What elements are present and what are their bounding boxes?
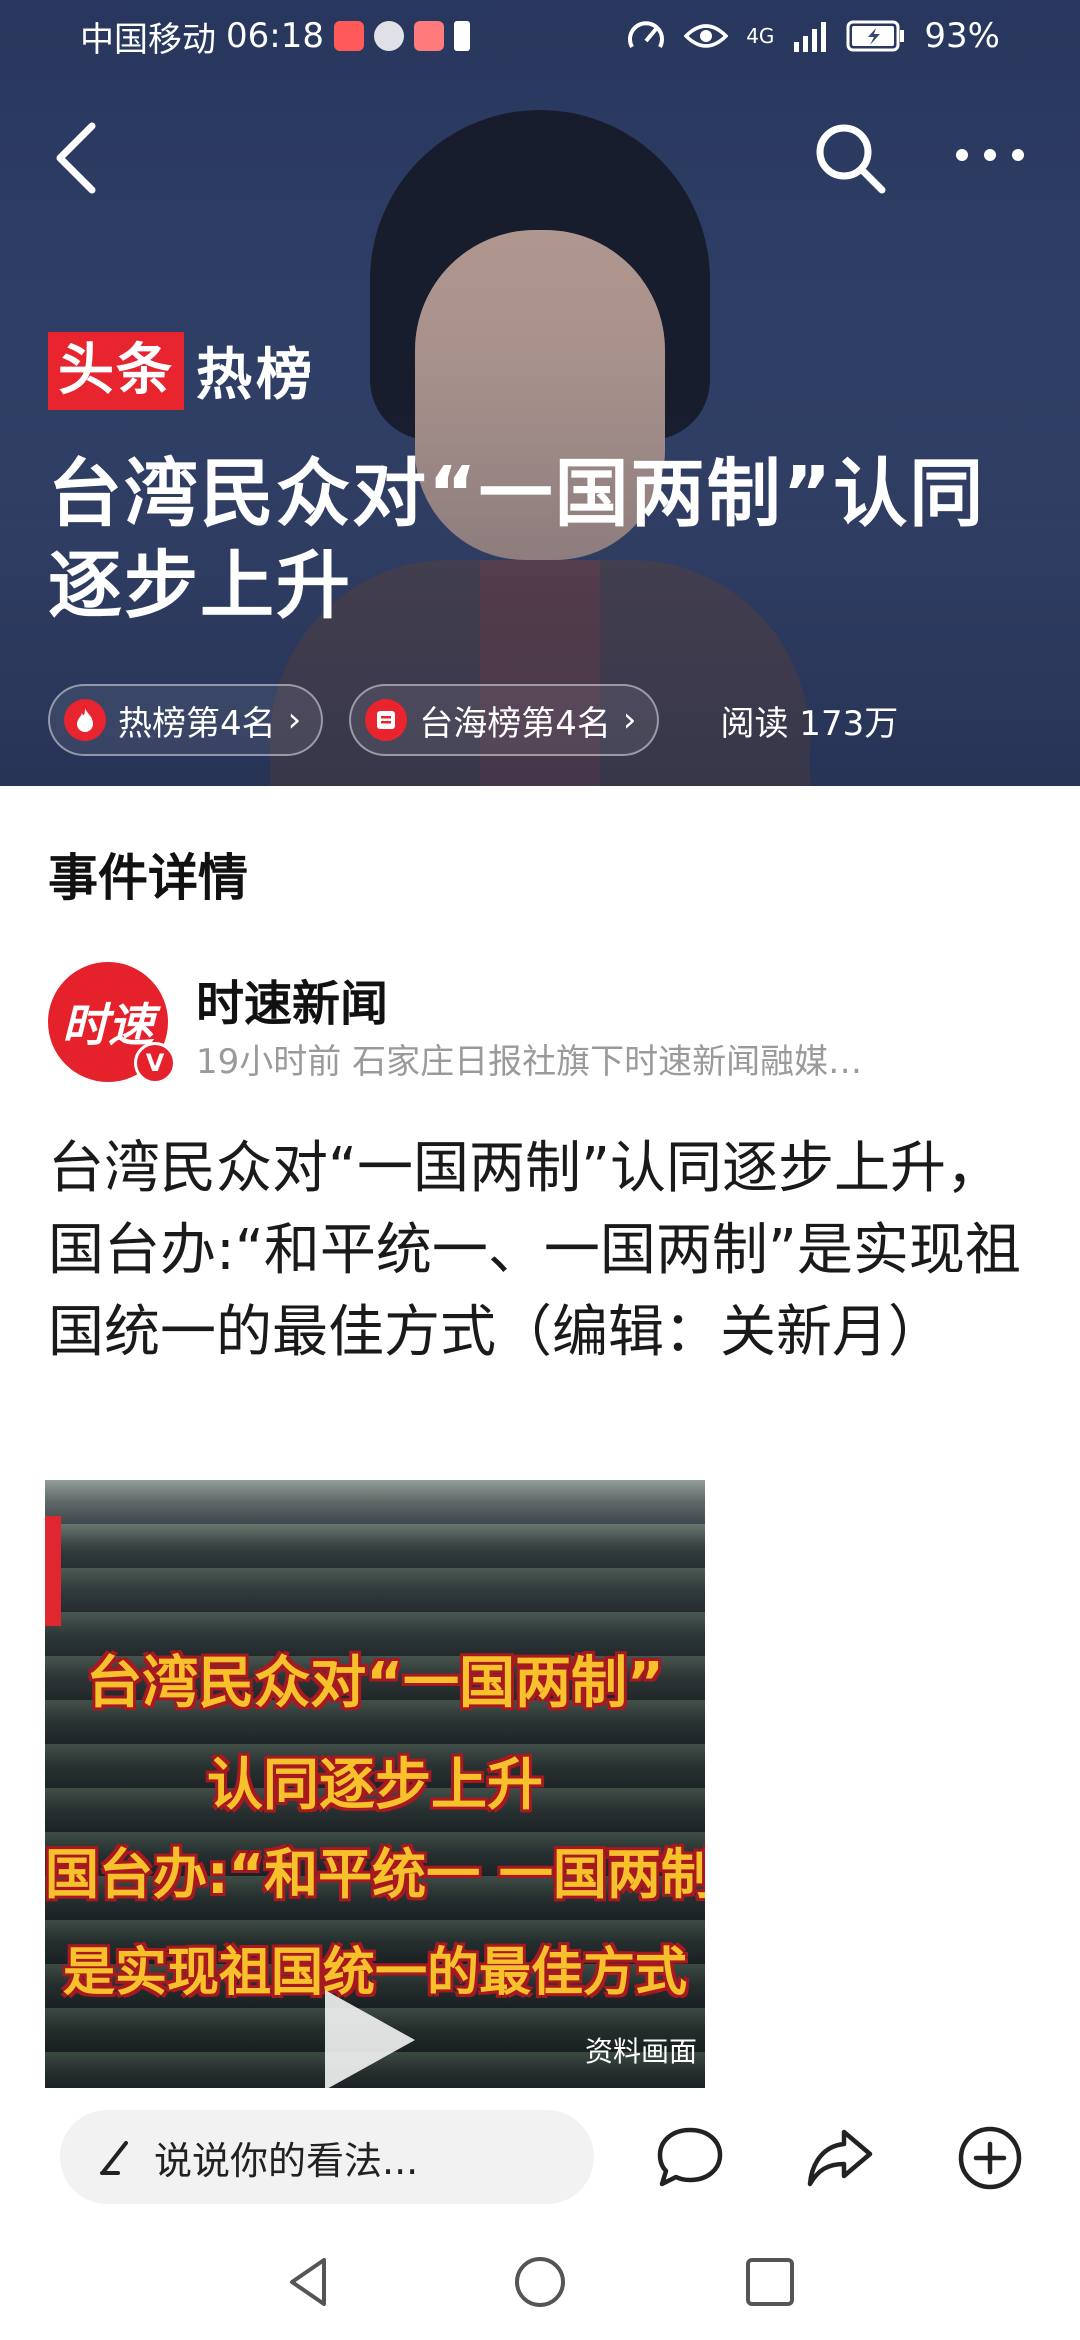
time-label: 06:18: [226, 16, 324, 56]
list-icon: [365, 699, 408, 741]
signal-icon: [794, 22, 827, 52]
video-caption-line: 台湾民众对“一国两制”: [86, 1651, 664, 1716]
post-text[interactable]: 台湾民众对“一国两制”认同逐步上升，国台办:“和平统一、一国两制”是实现祖国统一…: [48, 1128, 1038, 1374]
strait-rank-chip[interactable]: 台海榜第4名 ›: [349, 684, 659, 756]
hot-rank-label: 热榜第4名: [118, 703, 276, 744]
author-name[interactable]: 时速新闻: [196, 964, 388, 1034]
bottom-action-bar: 说说你的看法...: [0, 2088, 1080, 2224]
chevron-right-icon: ›: [622, 700, 637, 740]
read-count: 阅读 173万: [720, 703, 899, 744]
more-icon[interactable]: [950, 130, 1030, 180]
app-notification-icon-2: [413, 21, 444, 51]
video-caption-line: 国台办:“和平统一 一国两制”: [45, 1843, 705, 1906]
nav-back-icon[interactable]: [280, 2252, 340, 2312]
add-icon[interactable]: [954, 2122, 1026, 2194]
brand-hot-list-label: 热榜: [196, 343, 316, 408]
author-meta: 19小时前 石家庄日报社旗下时速新闻融媒…: [196, 1042, 863, 1082]
pencil-icon: [100, 2141, 128, 2175]
comment-icon[interactable]: [654, 2122, 726, 2194]
nav-recent-icon[interactable]: [740, 2252, 800, 2312]
play-icon[interactable]: [325, 1990, 415, 2090]
flame-icon: [64, 699, 106, 741]
battery-icon: [846, 20, 905, 52]
app-notification-icon: [333, 21, 364, 51]
hero-title: 台湾民众对“一国两制”认同逐步上升: [48, 451, 986, 629]
brand-toutiao-label: 头条: [48, 331, 184, 410]
strait-rank-label: 台海榜第4名: [419, 703, 611, 744]
wechat-icon: [373, 21, 404, 51]
video-thumbnail[interactable]: 台湾民众对“一国两制” 认同逐步上升 国台办:“和平统一 一国两制” 是实现祖国…: [45, 1480, 705, 2090]
comment-placeholder: 说说你的看法...: [154, 2138, 419, 2183]
battery-percent-label: 93%: [924, 16, 1000, 56]
system-navigation-bar: [0, 2224, 1080, 2340]
section-title: 事件详情: [48, 849, 248, 907]
search-icon[interactable]: [810, 118, 890, 198]
rank-chips: 热榜第4名 › 台海榜第4名 › 阅读 173万: [48, 684, 898, 756]
battery-saver-icon: [453, 21, 470, 51]
back-arrow-icon[interactable]: [48, 118, 108, 198]
comment-input[interactable]: 说说你的看法...: [60, 2110, 594, 2204]
verified-badge: V: [134, 1042, 176, 1084]
eye-icon: [684, 24, 729, 48]
author-row[interactable]: 时速 V 时速新闻 19小时前 石家庄日报社旗下时速新闻融媒…: [48, 958, 1048, 1088]
data-speed-icon: [628, 21, 665, 48]
network-type-label: 4G: [746, 24, 775, 48]
carrier-label: 中国移动: [80, 19, 216, 60]
chevron-right-icon: ›: [287, 700, 302, 740]
status-bar: 中国移动 06:18 4G 93%: [0, 0, 1080, 72]
hot-list-brand: 头条 热榜: [48, 330, 316, 411]
hot-rank-chip[interactable]: 热榜第4名 ›: [48, 684, 324, 756]
share-icon[interactable]: [804, 2122, 876, 2194]
hero-header: 中国移动 06:18 4G 93% 头条 热榜 台湾民众对“一国两制”认同逐步上…: [0, 0, 1080, 786]
video-caption-line: 认同逐步上升: [207, 1753, 543, 1818]
video-source-label: 资料画面: [584, 2035, 697, 2068]
nav-home-icon[interactable]: [510, 2252, 570, 2312]
